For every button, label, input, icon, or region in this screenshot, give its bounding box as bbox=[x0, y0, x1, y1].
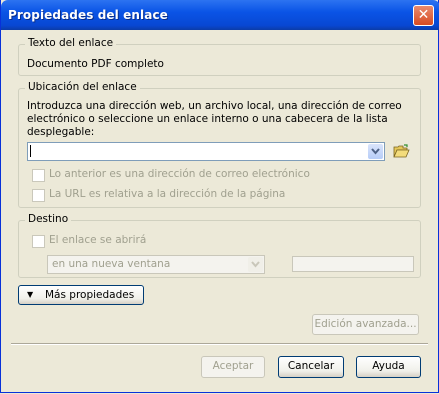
url-combobox[interactable] bbox=[27, 142, 385, 161]
chevron-down-icon bbox=[371, 148, 380, 155]
link-location-legend: Ubicación del enlace bbox=[25, 81, 140, 93]
instructions-line-3: desplegable: bbox=[27, 126, 95, 138]
link-text-value: Documento PDF completo bbox=[27, 58, 164, 70]
link-text-group: Texto del enlace Documento PDF completo bbox=[18, 37, 421, 76]
more-properties-button[interactable]: ▼ Más propiedades bbox=[18, 285, 144, 305]
target-dropdown-button[interactable] bbox=[248, 257, 263, 272]
triangle-down-icon: ▼ bbox=[27, 290, 34, 299]
chevron-down-icon bbox=[251, 261, 260, 268]
target-select-value: en una nueva ventana bbox=[52, 258, 171, 270]
title-bar[interactable]: Propiedades del enlace ✕ bbox=[1, 0, 439, 30]
target-legend: Destino bbox=[25, 213, 72, 225]
target-group: Destino El enlace se abrirá en una nueva… bbox=[18, 213, 421, 278]
instructions-line-1: Introduzca una dirección web, un archivo… bbox=[27, 100, 402, 112]
open-in-checkbox-label: El enlace se abrirá bbox=[49, 234, 147, 246]
instructions-line-2: electrónico o seleccione un enlace inter… bbox=[27, 113, 388, 125]
open-in-checkbox[interactable] bbox=[32, 235, 45, 248]
advanced-edit-button[interactable]: Edición avanzada... bbox=[312, 314, 419, 335]
relative-url-checkbox-label: La URL es relativa a la dirección de la … bbox=[49, 188, 286, 200]
divider bbox=[11, 343, 428, 345]
frame-name-input[interactable] bbox=[292, 256, 414, 272]
accept-button[interactable]: Aceptar bbox=[201, 356, 265, 378]
folder-open-icon[interactable] bbox=[393, 144, 410, 159]
relative-url-checkbox[interactable] bbox=[32, 189, 45, 202]
link-location-group: Ubicación del enlace Introduzca una dire… bbox=[18, 81, 421, 208]
link-text-legend: Texto del enlace bbox=[25, 37, 117, 49]
close-icon: ✕ bbox=[417, 7, 430, 23]
email-checkbox[interactable] bbox=[32, 169, 45, 182]
email-checkbox-label: Lo anterior es una dirección de correo e… bbox=[49, 168, 310, 180]
help-label: Ayuda bbox=[372, 360, 405, 372]
url-dropdown-button[interactable] bbox=[368, 144, 383, 159]
cancel-button[interactable]: Cancelar bbox=[278, 356, 344, 378]
more-properties-label: Más propiedades bbox=[45, 289, 135, 301]
cancel-label: Cancelar bbox=[287, 360, 335, 372]
help-button[interactable]: Ayuda bbox=[356, 356, 421, 378]
accept-label: Aceptar bbox=[212, 360, 254, 372]
text-cursor bbox=[30, 145, 31, 157]
dialog-window: Propiedades del enlace ✕ Texto del enlac… bbox=[0, 0, 439, 393]
close-button[interactable]: ✕ bbox=[413, 5, 434, 26]
advanced-edit-label: Edición avanzada... bbox=[314, 318, 417, 330]
window-title: Propiedades del enlace bbox=[8, 8, 168, 22]
target-select[interactable]: en una nueva ventana bbox=[47, 255, 265, 274]
